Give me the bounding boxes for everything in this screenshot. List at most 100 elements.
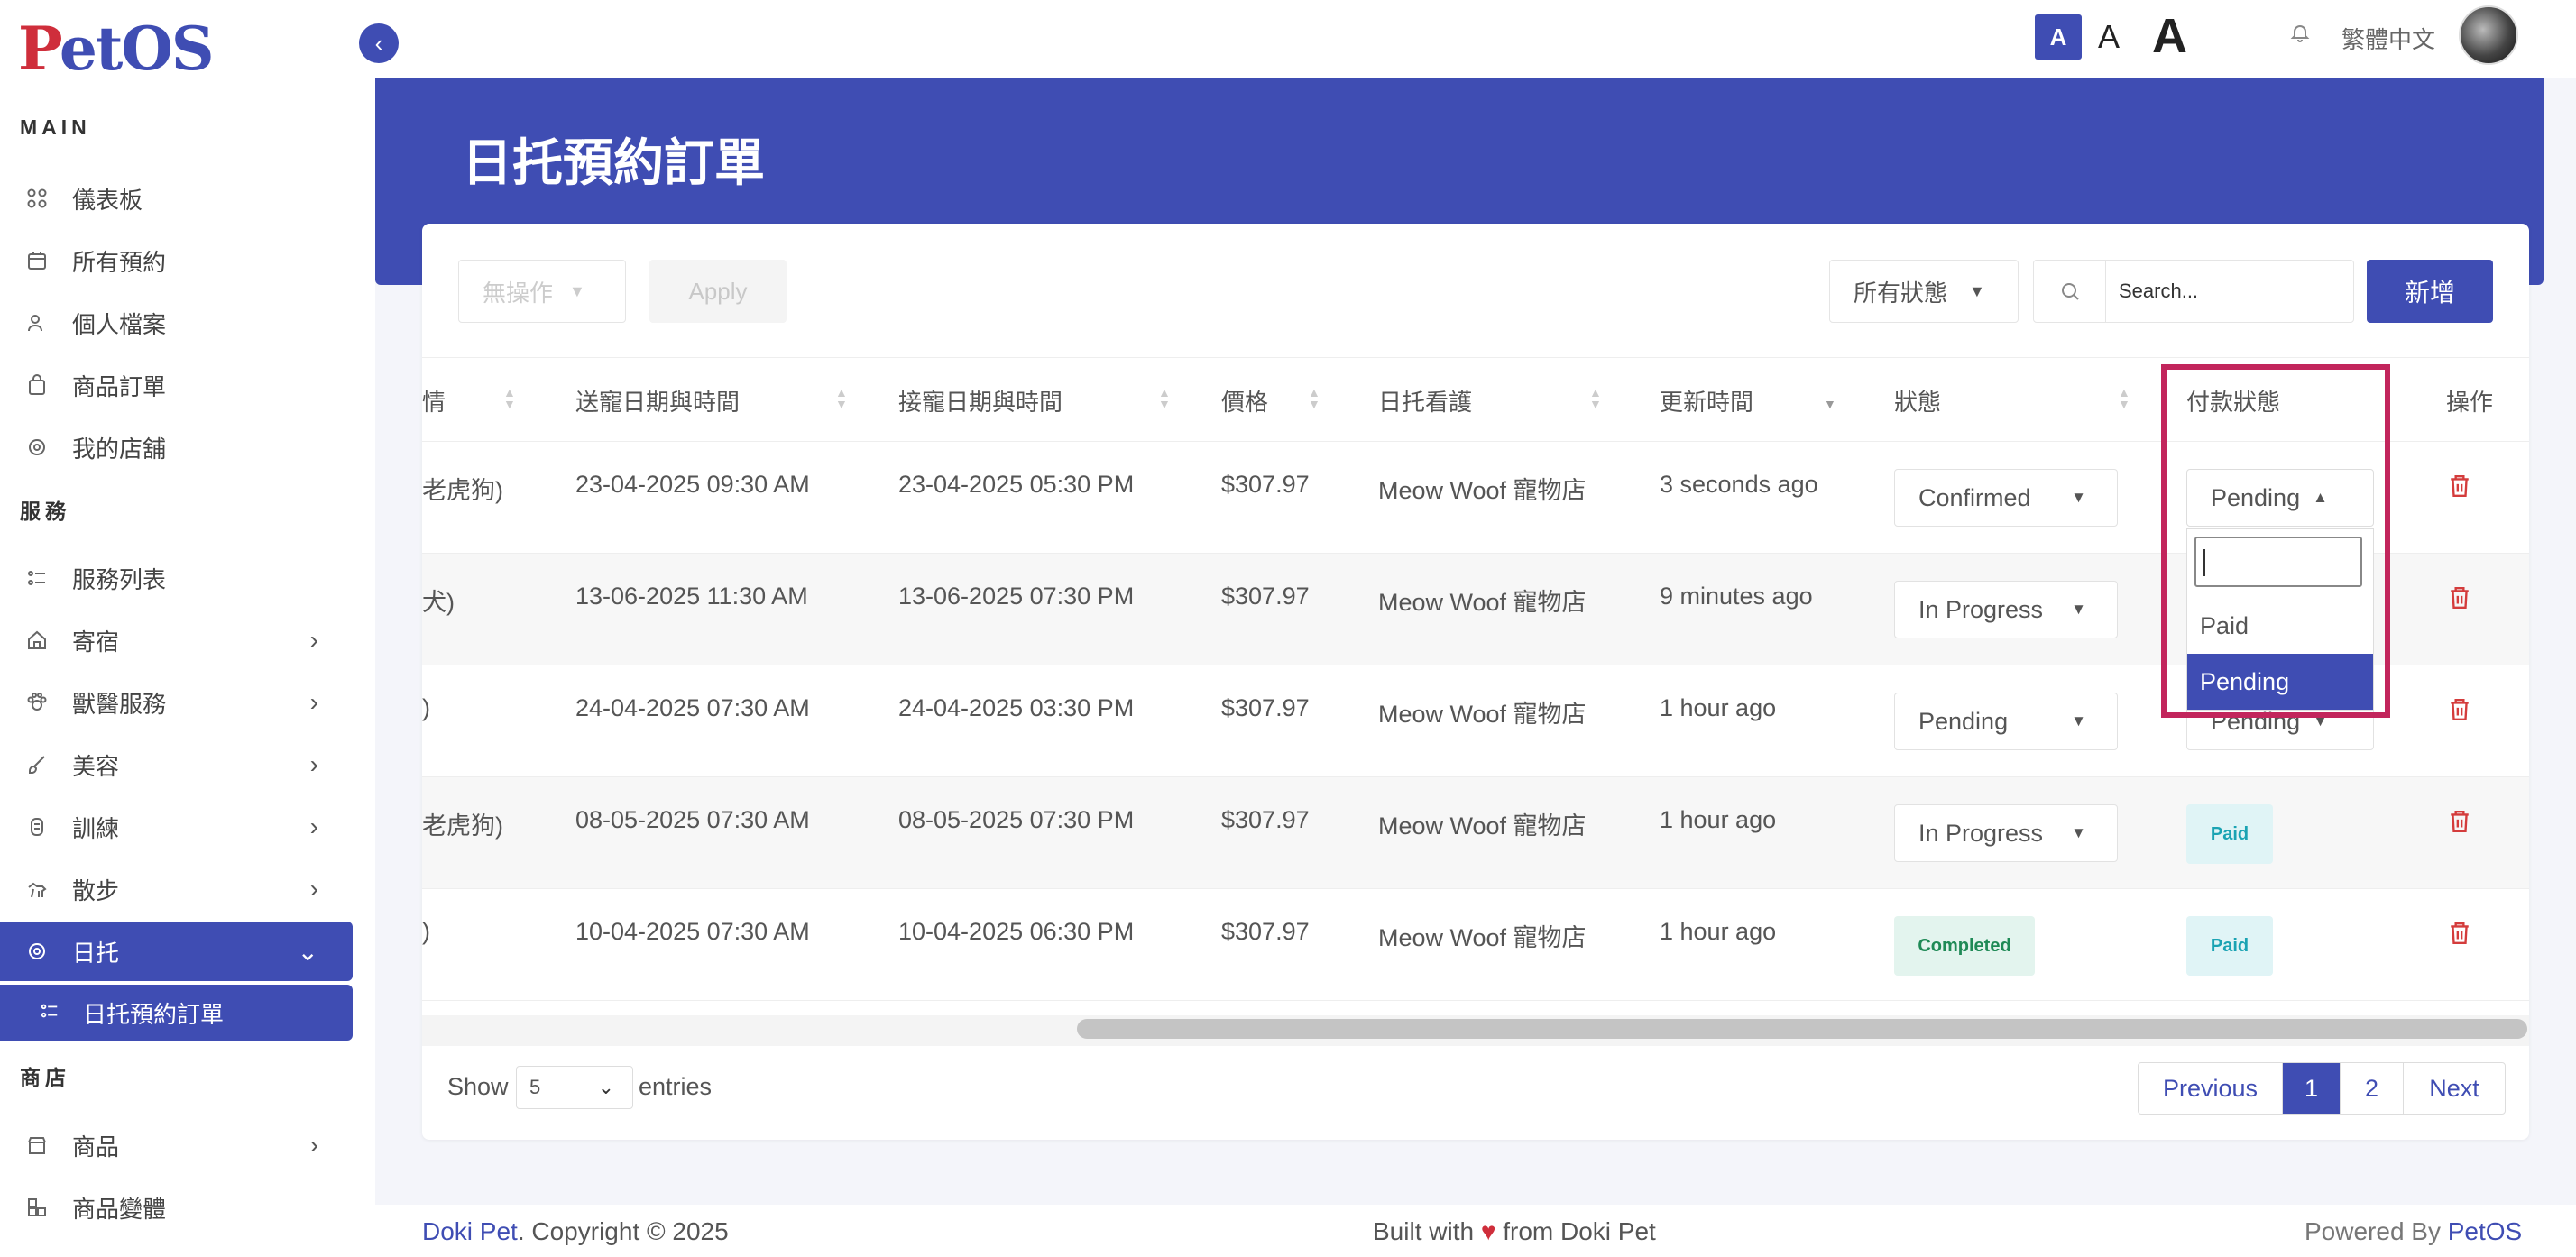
next-page-button[interactable]: Next	[2404, 1063, 2505, 1114]
font-size-medium-button[interactable]: A	[2098, 14, 2120, 60]
footer-brand-link[interactable]: Doki Pet	[422, 1217, 518, 1245]
calendar-icon	[25, 249, 49, 272]
sidebar-item-boarding[interactable]: 寄宿 ›	[0, 610, 353, 670]
shop-icon	[25, 1133, 49, 1157]
sidebar-item-training[interactable]: 訓練 ›	[0, 797, 353, 857]
column-header-payment[interactable]: 付款狀態	[2186, 358, 2280, 443]
status-select[interactable]: Confirmed ▼	[1894, 469, 2118, 527]
search-input[interactable]	[2106, 261, 2350, 322]
column-header-updated[interactable]: 更新時間 ▼	[1660, 358, 1836, 443]
page-title: 日托預約訂單	[462, 134, 765, 191]
caret-down-icon: ▼	[2313, 712, 2328, 729]
bell-icon[interactable]	[2289, 20, 2311, 51]
dropdown-option-paid[interactable]: Paid	[2187, 598, 2373, 654]
sidebar-collapse-button[interactable]: ‹	[359, 23, 399, 63]
status-select[interactable]: Pending ▼	[1894, 693, 2118, 750]
font-size-small-button[interactable]: A	[2035, 14, 2082, 60]
caret-up-icon: ▲	[2313, 489, 2328, 506]
sidebar-item-products[interactable]: 商品 ›	[0, 1115, 353, 1175]
column-header-daycare[interactable]: 日托看護 ▲ ▼	[1378, 358, 1602, 443]
chevron-right-icon: ›	[309, 626, 318, 654]
status-select[interactable]: In Progress ▼	[1894, 581, 2118, 638]
status-badge-completed: Completed	[1894, 916, 2035, 976]
footer-powered-link[interactable]: PetOS	[2448, 1217, 2522, 1245]
delete-icon[interactable]	[2448, 584, 2475, 615]
dropdown-option-pending[interactable]: Pending	[2187, 654, 2373, 710]
column-header-pickup[interactable]: 接寵日期與時間 ▲ ▼	[898, 358, 1171, 443]
sort-icon: ▲ ▼	[1158, 385, 1171, 411]
apply-button[interactable]: Apply	[649, 260, 787, 323]
petos-logo[interactable]: PetOS	[18, 13, 214, 85]
sort-icon: ▲ ▼	[2118, 385, 2130, 411]
column-header-price[interactable]: 價格 ▲ ▼	[1221, 358, 1320, 443]
add-new-button[interactable]: 新增	[2367, 260, 2493, 323]
search-icon	[2034, 261, 2106, 322]
caret-down-icon: ▼	[2071, 601, 2086, 618]
column-header-status[interactable]: 狀態 ▲ ▼	[1894, 358, 2130, 443]
language-selector[interactable]: 繁體中文	[2341, 22, 2435, 55]
sidebar-item-grooming[interactable]: 美容 ›	[0, 735, 353, 794]
sidebar-item-daycare-orders[interactable]: 日托預約訂單	[0, 985, 353, 1041]
chevron-right-icon: ›	[309, 750, 318, 778]
delete-icon[interactable]	[2448, 473, 2475, 503]
chevron-right-icon: ›	[309, 688, 318, 716]
delete-icon[interactable]	[2448, 696, 2475, 727]
status-badge-paid: Paid	[2186, 804, 2273, 864]
sidebar-item-profile[interactable]: 個人檔案	[0, 293, 353, 353]
sidebar-item-vet[interactable]: 獸醫服務 ›	[0, 673, 353, 732]
sidebar-item-dashboard[interactable]: 儀表板	[0, 169, 353, 228]
sidebar-item-product-orders[interactable]: 商品訂單	[0, 355, 353, 415]
sidebar-item-daycare[interactable]: 日托 ⌄	[0, 922, 353, 981]
sort-icon: ▲ ▼	[1308, 385, 1320, 411]
status-select[interactable]: In Progress ▼	[1894, 804, 2118, 862]
pagination: Previous 1 2 Next	[2138, 1062, 2506, 1115]
payment-status-dropdown: Paid Pending	[2186, 528, 2374, 711]
entries-per-page-select[interactable]: 5 ⌄	[516, 1066, 633, 1109]
caret-down-icon: ▼	[569, 281, 585, 300]
list-icon	[25, 566, 49, 590]
section-label-shop: 商店	[20, 1066, 70, 1089]
column-header-actions: 操作	[2446, 388, 2494, 416]
sidebar-item-walking[interactable]: 散步 ›	[0, 859, 353, 919]
delete-icon[interactable]	[2448, 920, 2475, 950]
entries-label: entries	[639, 1073, 713, 1100]
chevron-right-icon: ›	[309, 1131, 318, 1159]
sidebar-item-product-variants[interactable]: 商品變體	[0, 1178, 353, 1237]
sort-icon: ▲ ▼	[503, 385, 516, 411]
chevron-right-icon: ›	[309, 812, 318, 840]
heart-icon: ♥	[1480, 1217, 1496, 1245]
page-button-2[interactable]: 2	[2341, 1063, 2404, 1114]
previous-page-button[interactable]: Previous	[2139, 1063, 2283, 1114]
horizontal-scrollbar-thumb[interactable]	[1077, 1019, 2527, 1039]
vet-icon	[25, 691, 49, 714]
column-header-pet[interactable]: 情 ▲ ▼	[422, 358, 516, 443]
user-icon	[25, 311, 49, 335]
avatar[interactable]	[2459, 5, 2518, 65]
status-filter-select[interactable]: 所有狀態 ▼	[1829, 260, 2019, 323]
sidebar-item-service-list[interactable]: 服務列表	[0, 548, 353, 608]
caret-down-icon: ▼	[1969, 281, 1985, 300]
payment-status-select-open[interactable]: Pending ▲	[2186, 469, 2374, 527]
column-header-dropoff[interactable]: 送寵日期與時間 ▲ ▼	[575, 358, 848, 443]
sort-icon: ▲ ▼	[1589, 385, 1602, 411]
dropdown-search-input[interactable]	[2194, 537, 2362, 587]
store-icon	[25, 436, 49, 459]
sidebar: PetOS MAIN 儀表板 所有預約 個人檔案 商品訂單 我的店舖 服務 服務…	[0, 0, 375, 1257]
delete-icon[interactable]	[2448, 808, 2475, 839]
sort-icon: ▲ ▼	[835, 385, 848, 411]
sidebar-item-my-store[interactable]: 我的店舖	[0, 417, 353, 477]
caret-down-icon: ▼	[2071, 712, 2086, 729]
sidebar-item-all-bookings[interactable]: 所有預約	[0, 231, 353, 290]
training-icon	[25, 815, 49, 839]
walk-icon	[25, 877, 49, 901]
chevron-left-icon: ‹	[374, 29, 383, 57]
font-size-large-button[interactable]: A	[2152, 9, 2187, 63]
variant-icon	[25, 1196, 49, 1219]
daycare-icon	[25, 940, 49, 963]
orders-card: 無操作▼ Apply 所有狀態▼ 新增 情▲▼ 送寵日期與時間▲▼ 接寵日期與時…	[422, 224, 2529, 1140]
bulk-action-select[interactable]: 無操作 ▼	[458, 260, 626, 323]
page-button-1[interactable]: 1	[2283, 1063, 2341, 1114]
sort-desc-icon: ▼	[1824, 397, 1836, 411]
topbar	[375, 0, 2576, 78]
brush-icon	[25, 753, 49, 776]
